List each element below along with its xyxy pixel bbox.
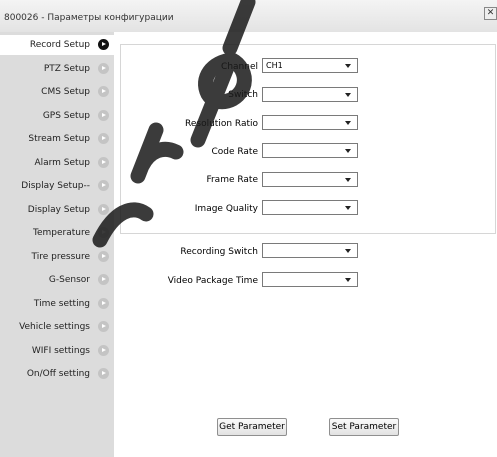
caret-down-icon (345, 93, 351, 97)
close-icon[interactable]: ✕ (484, 7, 497, 20)
sidebar-item-display-setup[interactable]: Display Setup (0, 200, 114, 220)
sidebar-item-label: Record Setup (29, 40, 90, 50)
sidebar: Record Setup PTZ Setup CMS Setup GPS Set… (0, 32, 114, 457)
sidebar-item-onoff-setting[interactable]: On/Off setting (0, 364, 114, 384)
caret-down-icon (345, 64, 351, 68)
sidebar-item-label: On/Off setting (26, 369, 90, 379)
resolution-ratio-label: Resolution Ratio (185, 119, 258, 129)
circle-arrow-right-icon (98, 274, 109, 285)
sidebar-item-vehicle-settings[interactable]: Vehicle settings (0, 317, 114, 337)
sidebar-item-ptz-setup[interactable]: PTZ Setup (0, 59, 114, 79)
window-titlebar: 800026 - Параметры конфигурации ✕ (0, 0, 497, 32)
switch-select[interactable] (262, 87, 358, 102)
sidebar-item-record-setup[interactable]: Record Setup (0, 35, 114, 55)
resolution-ratio-select[interactable] (262, 115, 358, 130)
sidebar-item-tire-pressure[interactable]: Tire pressure (0, 247, 114, 267)
circle-arrow-right-icon (98, 298, 109, 309)
circle-arrow-right-icon (98, 204, 109, 215)
circle-arrow-right-icon (98, 180, 109, 191)
caret-down-icon (345, 278, 351, 282)
sidebar-item-label: GPS Setup (42, 111, 90, 121)
sidebar-item-label: Tire pressure (31, 252, 91, 262)
image-quality-label: Image Quality (194, 204, 258, 214)
circle-arrow-right-icon (98, 345, 109, 356)
recording-switch-label: Recording Switch (180, 247, 258, 257)
caret-down-icon (345, 249, 351, 253)
video-package-time-select[interactable] (262, 272, 358, 287)
sidebar-item-label: PTZ Setup (43, 64, 90, 74)
sidebar-item-label: Temperature (32, 228, 90, 238)
sidebar-item-label: Stream Setup (28, 134, 90, 144)
sidebar-item-label: Alarm Setup (34, 158, 90, 168)
circle-arrow-right-icon (98, 321, 109, 332)
sidebar-item-label: Time setting (33, 299, 90, 309)
sidebar-item-label: CMS Setup (41, 87, 90, 97)
sidebar-item-g-sensor[interactable]: G-Sensor (0, 270, 114, 290)
sidebar-item-wifi-settings[interactable]: WIFI settings (0, 341, 114, 361)
caret-down-icon (345, 206, 351, 210)
video-package-time-label: Video Package Time (167, 276, 258, 286)
frame-rate-select[interactable] (262, 172, 358, 187)
recording-switch-select[interactable] (262, 243, 358, 258)
circle-arrow-right-icon (98, 86, 109, 97)
circle-arrow-right-icon (98, 157, 109, 168)
set-parameter-button[interactable]: Set Parameter (329, 418, 399, 436)
channel-label: Channel (221, 62, 258, 72)
caret-down-icon (345, 178, 351, 182)
sidebar-item-label: G-Sensor (48, 275, 90, 285)
sidebar-item-alarm-setup[interactable]: Alarm Setup (0, 153, 114, 173)
circle-arrow-right-icon (98, 39, 109, 50)
get-parameter-button[interactable]: Get Parameter (217, 418, 287, 436)
sidebar-item-label: Vehicle settings (19, 322, 90, 332)
sidebar-item-label: Display Setup-- (21, 181, 90, 191)
sidebar-item-time-setting[interactable]: Time setting (0, 294, 114, 314)
frame-rate-label: Frame Rate (206, 175, 258, 185)
sidebar-item-cms-setup[interactable]: CMS Setup (0, 82, 114, 102)
sidebar-item-label: WIFI settings (31, 346, 90, 356)
sidebar-item-label: Display Setup (27, 205, 90, 215)
code-rate-select[interactable] (262, 143, 358, 158)
circle-arrow-right-icon (98, 63, 109, 74)
content-area: Channel CH1 Switch Resolution Ratio Code… (114, 32, 497, 457)
circle-arrow-right-icon (98, 368, 109, 379)
caret-down-icon (345, 121, 351, 125)
code-rate-label: Code Rate (211, 147, 258, 157)
sidebar-item-display-setup-2[interactable]: Display Setup-- (0, 176, 114, 196)
sidebar-item-temperature[interactable]: Temperature (0, 223, 114, 243)
circle-arrow-right-icon (98, 251, 109, 262)
window-title: 800026 - Параметры конфигурации (4, 13, 174, 23)
circle-arrow-right-icon (98, 133, 109, 144)
circle-arrow-right-icon (98, 110, 109, 121)
image-quality-select[interactable] (262, 200, 358, 215)
caret-down-icon (345, 149, 351, 153)
switch-label: Switch (228, 90, 258, 100)
channel-select[interactable]: CH1 (262, 58, 358, 73)
channel-value: CH1 (266, 61, 283, 70)
sidebar-item-stream-setup[interactable]: Stream Setup (0, 129, 114, 149)
sidebar-item-gps-setup[interactable]: GPS Setup (0, 106, 114, 126)
circle-arrow-right-icon (98, 227, 109, 238)
